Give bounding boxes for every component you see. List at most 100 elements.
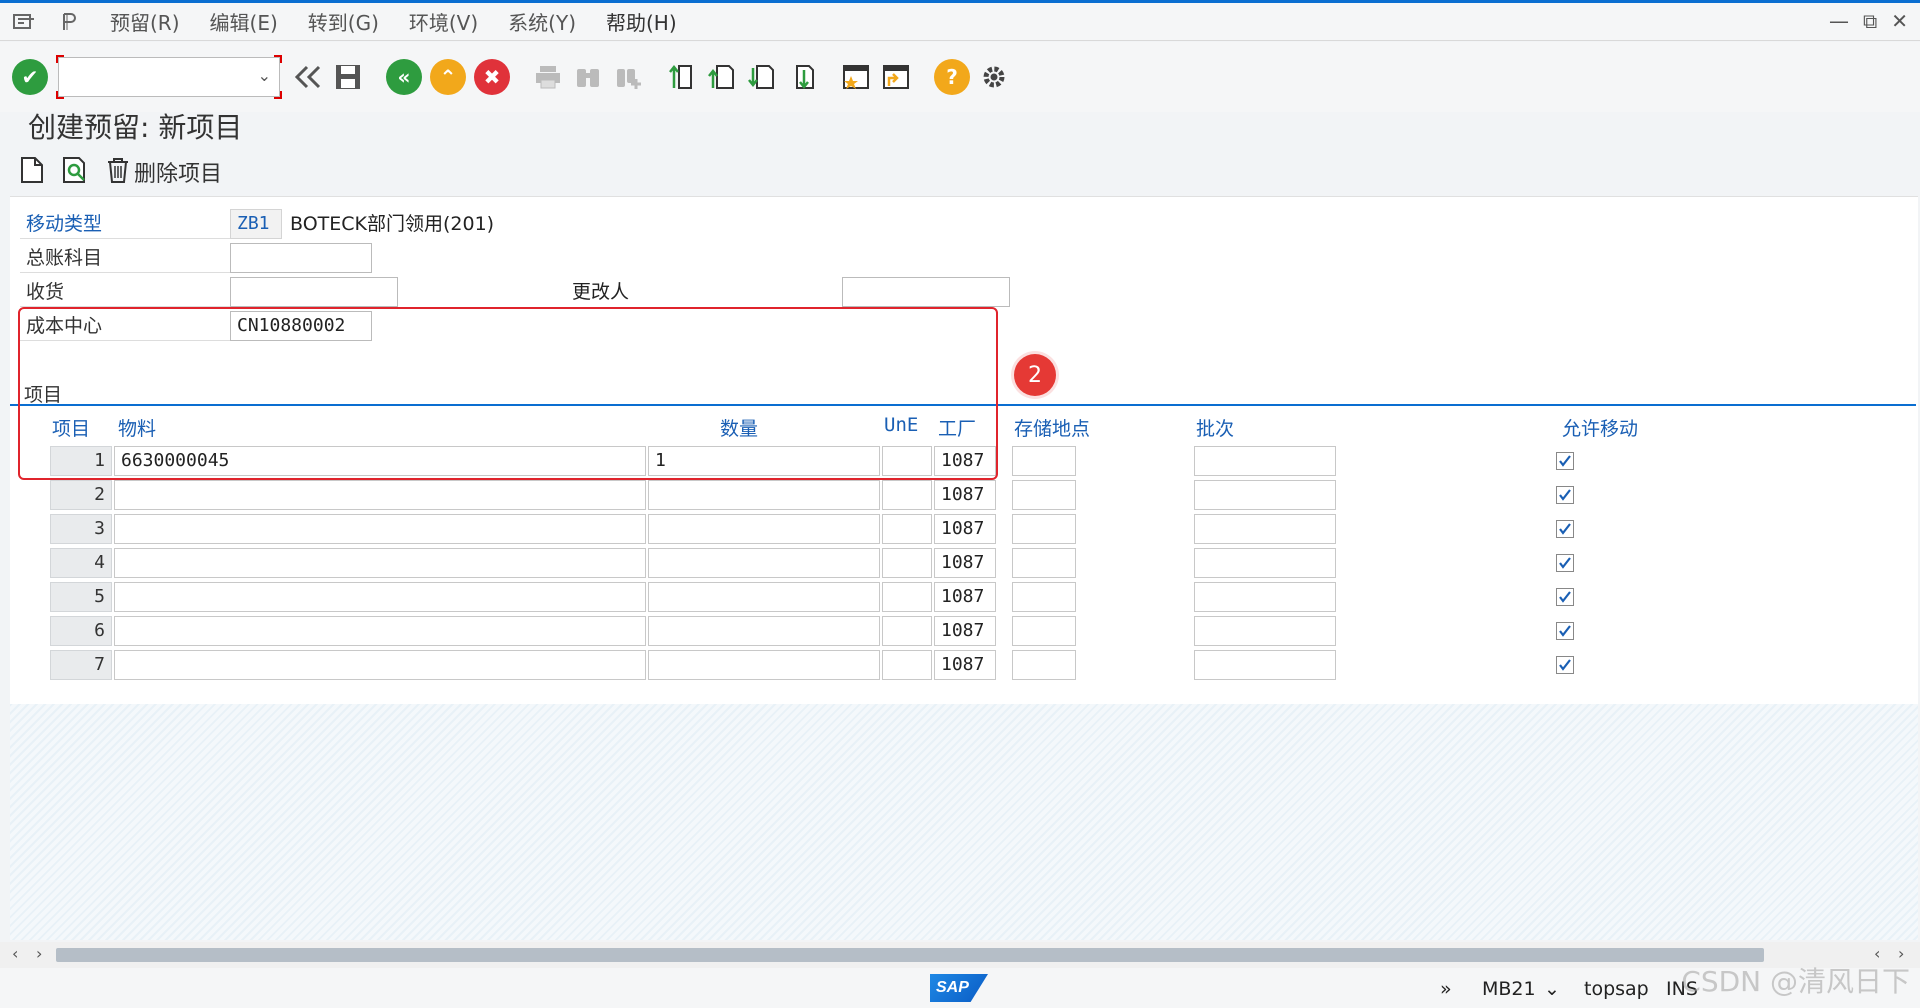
row-plant-field[interactable]: 1087 xyxy=(934,548,996,578)
row-allow-movement-checkbox[interactable] xyxy=(1556,486,1574,504)
row-quantity-field[interactable] xyxy=(648,514,880,544)
row-allow-movement-checkbox[interactable] xyxy=(1556,452,1574,470)
goods-recipient-field[interactable] xyxy=(230,277,398,307)
sap-p-icon[interactable] xyxy=(58,12,82,32)
find-icon[interactable] xyxy=(570,59,606,95)
row-allow-movement-checkbox[interactable] xyxy=(1556,554,1574,572)
row-batch-field[interactable] xyxy=(1194,514,1336,544)
col-header-allow-movement[interactable]: 允许移动 xyxy=(1562,414,1638,441)
row-storage-location-field[interactable] xyxy=(1012,548,1076,578)
menu-system[interactable]: 系统(Y) xyxy=(508,7,576,36)
row-storage-location-field[interactable] xyxy=(1012,616,1076,646)
changed-by-field[interactable] xyxy=(842,277,1010,307)
row-plant-field[interactable]: 1087 xyxy=(934,616,996,646)
transaction-dropdown-icon[interactable]: ⌄ xyxy=(1544,978,1560,1000)
row-allow-movement-checkbox[interactable] xyxy=(1556,520,1574,538)
row-batch-field[interactable] xyxy=(1194,650,1336,680)
create-session-icon[interactable] xyxy=(838,59,874,95)
row-batch-field[interactable] xyxy=(1194,480,1336,510)
row-storage-location-field[interactable] xyxy=(1012,446,1076,476)
col-header-plant[interactable]: 工厂 xyxy=(938,414,976,441)
detail-item-icon[interactable] xyxy=(62,156,88,189)
close-icon[interactable]: ✕ xyxy=(1891,9,1908,33)
col-header-unit[interactable]: UnE xyxy=(884,414,918,436)
row-quantity-field[interactable]: 1 xyxy=(648,446,880,476)
next-page-icon[interactable] xyxy=(744,59,780,95)
settings-icon[interactable] xyxy=(976,59,1012,95)
menu-reservation[interactable]: 预留(R) xyxy=(110,7,180,36)
create-shortcut-icon[interactable] xyxy=(878,59,914,95)
horizontal-scrollbar[interactable]: ‹ › ‹ › xyxy=(0,942,1920,968)
row-allow-movement-checkbox[interactable] xyxy=(1556,588,1574,606)
gl-account-field[interactable] xyxy=(230,243,372,273)
row-unit-field[interactable] xyxy=(882,582,932,612)
print-icon[interactable] xyxy=(530,59,566,95)
col-header-storage-location[interactable]: 存储地点 xyxy=(1014,414,1090,441)
find-next-icon[interactable] xyxy=(610,59,646,95)
first-page-icon[interactable] xyxy=(664,59,700,95)
row-material-field[interactable] xyxy=(114,582,646,612)
scroll-left-icon[interactable]: ‹ xyxy=(12,944,18,963)
row-material-field[interactable] xyxy=(114,616,646,646)
prev-page-icon[interactable] xyxy=(704,59,740,95)
row-unit-field[interactable] xyxy=(882,514,932,544)
scrollbar-thumb[interactable] xyxy=(56,948,1764,962)
chevron-down-icon[interactable]: ⌄ xyxy=(258,66,271,85)
row-storage-location-field[interactable] xyxy=(1012,480,1076,510)
back-green-icon[interactable]: « xyxy=(386,59,422,95)
back-icon[interactable] xyxy=(290,59,326,95)
row-storage-location-field[interactable] xyxy=(1012,582,1076,612)
movement-type-label[interactable]: 移动类型 xyxy=(20,209,240,239)
row-storage-location-field[interactable] xyxy=(1012,514,1076,544)
row-allow-movement-checkbox[interactable] xyxy=(1556,622,1574,640)
delete-item-button[interactable]: 删除项目 xyxy=(106,156,222,189)
new-item-icon[interactable] xyxy=(20,156,44,189)
scroll-right-icon[interactable]: › xyxy=(36,944,42,963)
row-quantity-field[interactable] xyxy=(648,650,880,680)
row-unit-field[interactable] xyxy=(882,480,932,510)
menu-help[interactable]: 帮助(H) xyxy=(606,7,677,36)
row-plant-field[interactable]: 1087 xyxy=(934,480,996,510)
row-material-field[interactable] xyxy=(114,480,646,510)
row-material-field[interactable] xyxy=(114,650,646,680)
row-unit-field[interactable] xyxy=(882,650,932,680)
enter-icon[interactable]: ✔ xyxy=(12,59,48,95)
menu-environment[interactable]: 环境(V) xyxy=(409,7,478,36)
row-batch-field[interactable] xyxy=(1194,616,1336,646)
row-allow-movement-checkbox[interactable] xyxy=(1556,656,1574,674)
row-material-field[interactable] xyxy=(114,514,646,544)
row-plant-field[interactable]: 1087 xyxy=(934,514,996,544)
cost-center-field[interactable]: CN10880002 xyxy=(230,311,372,341)
system-menu-icon[interactable] xyxy=(12,12,36,32)
row-unit-field[interactable] xyxy=(882,548,932,578)
exit-icon[interactable]: ⌃ xyxy=(430,59,466,95)
row-material-field[interactable] xyxy=(114,548,646,578)
row-batch-field[interactable] xyxy=(1194,446,1336,476)
last-page-icon[interactable] xyxy=(784,59,820,95)
row-batch-field[interactable] xyxy=(1194,548,1336,578)
col-header-material[interactable]: 物料 xyxy=(118,414,156,441)
command-field[interactable]: ⌄ xyxy=(56,55,282,99)
col-header-item[interactable]: 项目 xyxy=(52,414,90,441)
row-quantity-field[interactable] xyxy=(648,548,880,578)
row-plant-field[interactable]: 1087 xyxy=(934,582,996,612)
help-icon[interactable]: ? xyxy=(934,59,970,95)
col-header-batch[interactable]: 批次 xyxy=(1196,414,1234,441)
row-plant-field[interactable]: 1087 xyxy=(934,446,996,476)
minimize-icon[interactable]: — xyxy=(1829,9,1849,33)
cancel-icon[interactable]: ✖ xyxy=(474,59,510,95)
menu-edit[interactable]: 编辑(E) xyxy=(210,7,278,36)
col-header-quantity[interactable]: 数量 xyxy=(720,414,758,441)
row-quantity-field[interactable] xyxy=(648,480,880,510)
row-plant-field[interactable]: 1087 xyxy=(934,650,996,680)
row-quantity-field[interactable] xyxy=(648,582,880,612)
row-unit-field[interactable] xyxy=(882,446,932,476)
restore-icon[interactable]: ⧉ xyxy=(1863,9,1877,33)
menu-goto[interactable]: 转到(G) xyxy=(308,7,379,36)
row-storage-location-field[interactable] xyxy=(1012,650,1076,680)
row-unit-field[interactable] xyxy=(882,616,932,646)
expand-status-icon[interactable]: » xyxy=(1440,978,1452,1000)
row-quantity-field[interactable] xyxy=(648,616,880,646)
row-batch-field[interactable] xyxy=(1194,582,1336,612)
row-material-field[interactable]: 6630000045 xyxy=(114,446,646,476)
